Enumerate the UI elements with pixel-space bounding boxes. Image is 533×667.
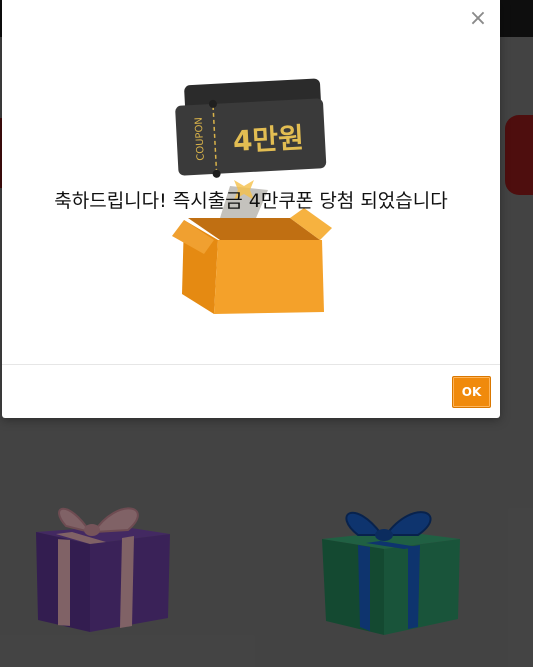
close-icon[interactable]: ×: [468, 8, 488, 30]
ok-button[interactable]: OK: [452, 376, 491, 408]
coupon-dialog: × COUPON 4만원 축하드립니다! 즉시출금 4만쿠폰 당첨 되었습니다 …: [2, 0, 500, 418]
congratulation-message: 축하드립니다! 즉시출금 4만쿠폰 당첨 되었습니다: [54, 190, 448, 212]
footer-divider: [2, 364, 500, 365]
coupon-amount: 4만원: [232, 121, 305, 158]
coupon-label: COUPON: [194, 117, 207, 161]
